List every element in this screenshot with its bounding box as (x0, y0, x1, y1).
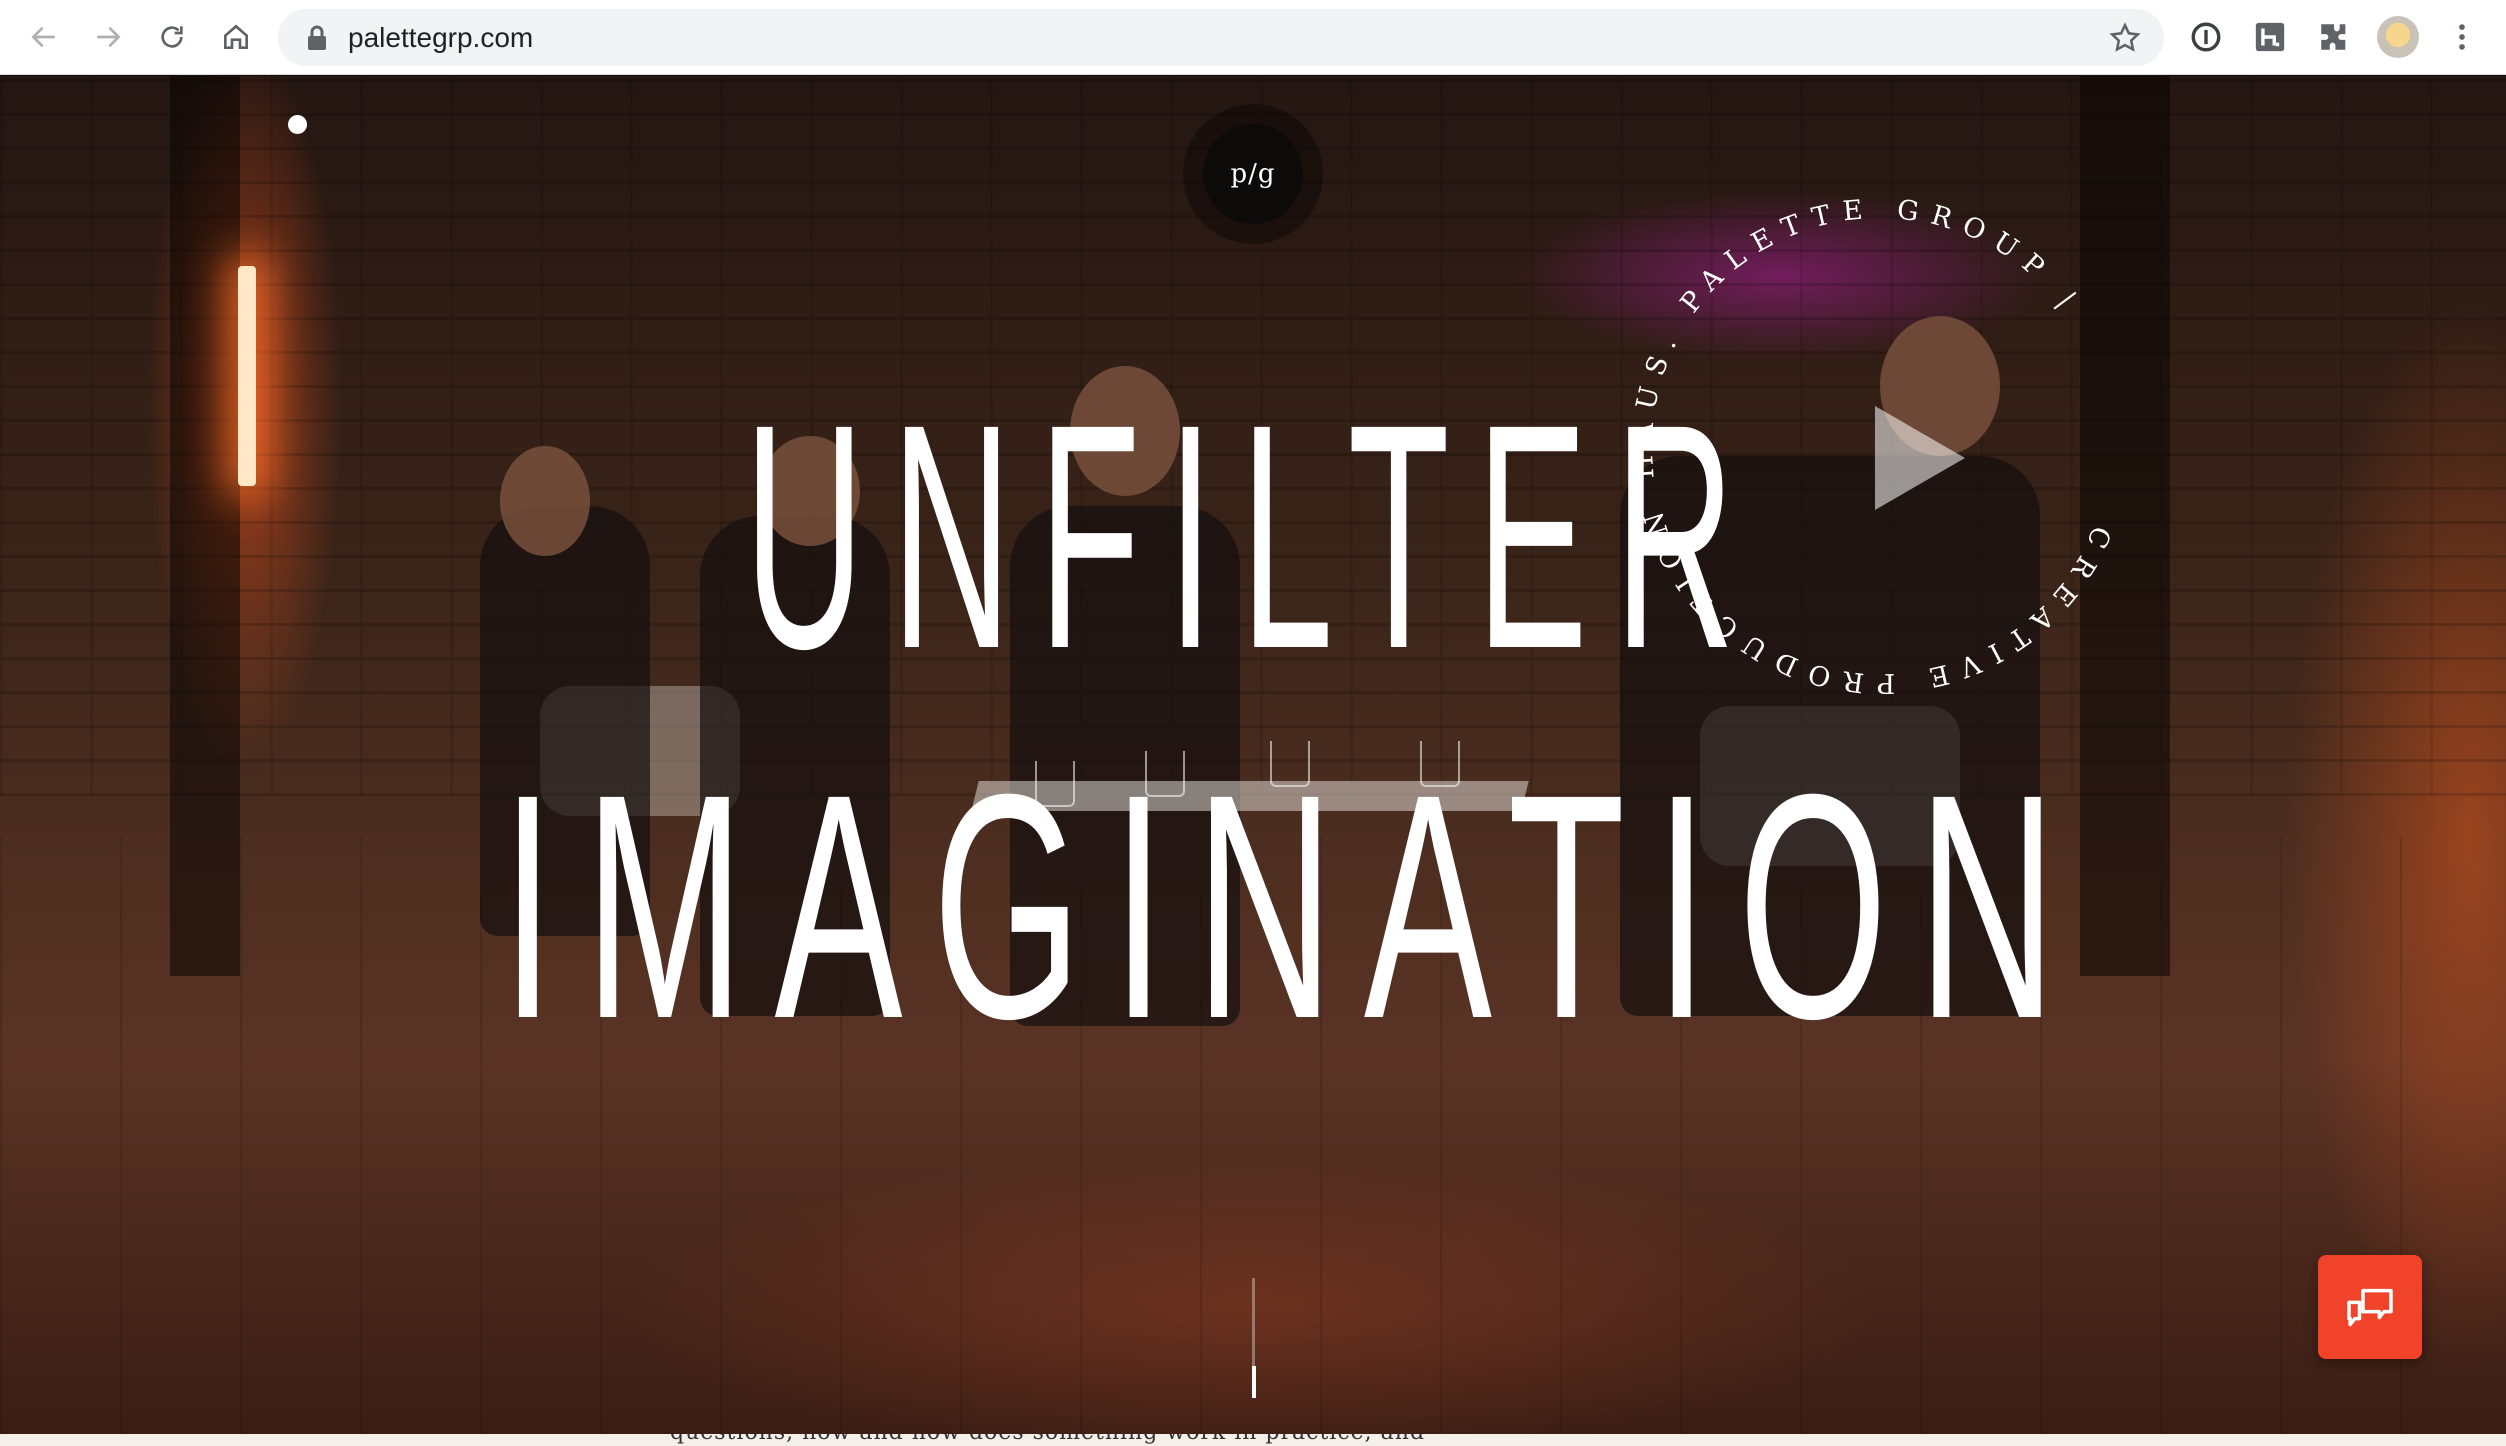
forward-button[interactable] (83, 12, 133, 62)
chat-button[interactable] (2318, 1255, 2422, 1359)
browser-menu-button[interactable] (2442, 17, 2482, 57)
arrow-right-icon (97, 26, 121, 48)
headline-line-2: IMAGINATION (501, 727, 2087, 1085)
scroll-indicator-thumb[interactable] (1252, 1366, 1256, 1398)
hero-video-section: p/g UNFILTER IMAGINATION CREATIVE PRODUC… (0, 76, 2506, 1440)
next-section-text: questions, how and how does something wo… (670, 1434, 1425, 1445)
person-head (500, 446, 590, 556)
neon-lamp (238, 266, 256, 486)
star-icon[interactable] (2108, 21, 2142, 55)
kebab-menu-icon (2459, 24, 2465, 50)
arrow-left-icon (31, 26, 55, 48)
browser-toolbar: palettegrp.com (0, 0, 2506, 75)
reload-icon (161, 26, 183, 48)
menu-toggle-dot[interactable] (288, 115, 307, 134)
url-text: palettegrp.com (348, 22, 534, 53)
home-button[interactable] (211, 12, 261, 62)
back-button[interactable] (19, 12, 69, 62)
pillar (170, 76, 240, 976)
extensions-button[interactable] (2314, 17, 2354, 57)
password-manager-extension[interactable] (2186, 17, 2226, 57)
password-manager-icon (2191, 22, 2221, 52)
hunter-extension-icon (2255, 22, 2285, 52)
play-icon[interactable] (1875, 406, 1965, 510)
puzzle-extensions-icon (2321, 24, 2346, 50)
chat-bubbles-icon (2347, 1288, 2393, 1327)
lock-icon (308, 25, 326, 50)
address-bar[interactable]: palettegrp.com (278, 9, 2164, 66)
logo-mark: p/g (1203, 124, 1303, 224)
site-logo[interactable]: p/g (1183, 104, 1323, 244)
next-section-peek: questions, how and how does something wo… (0, 1434, 2506, 1446)
home-icon (224, 24, 248, 49)
profile-avatar-icon[interactable] (2377, 16, 2419, 58)
hunter-extension[interactable] (2250, 17, 2290, 57)
reload-button[interactable] (147, 12, 197, 62)
